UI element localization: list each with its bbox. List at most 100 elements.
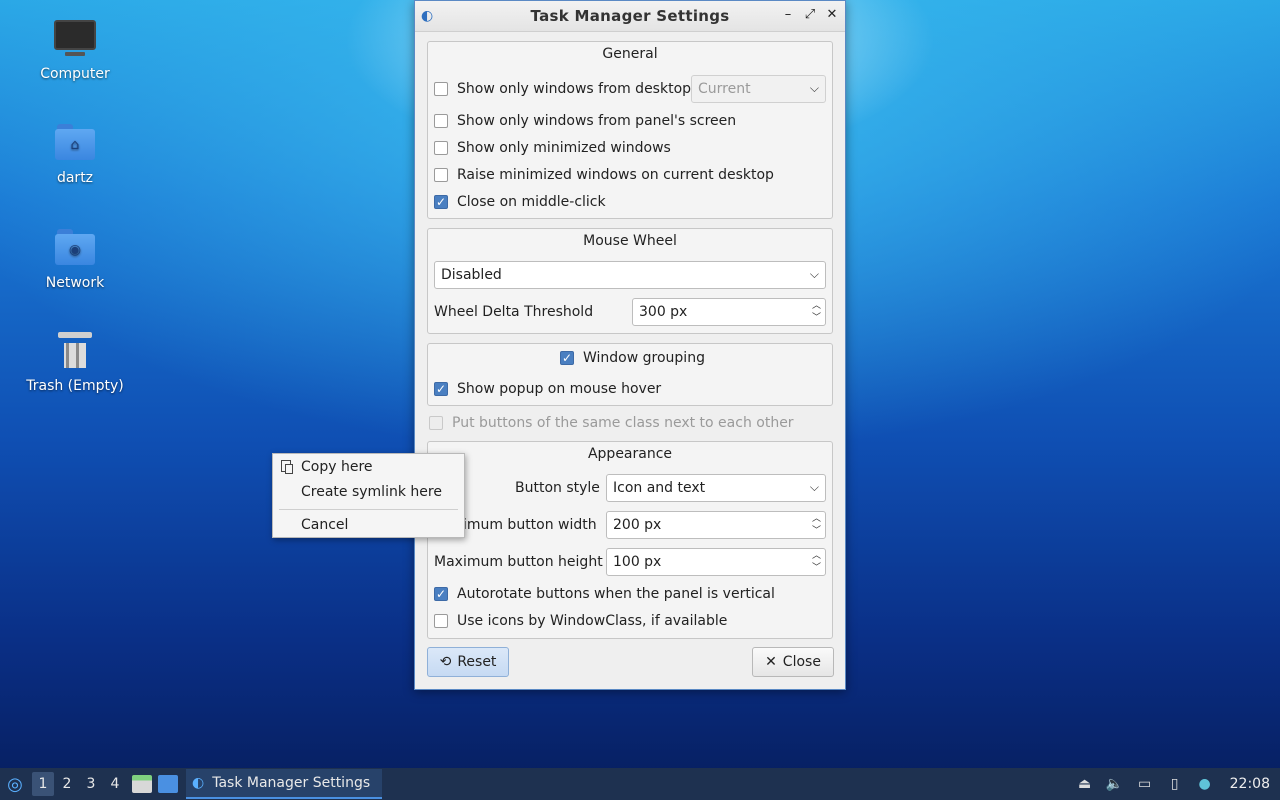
volume-icon[interactable]: 🔈 bbox=[1106, 775, 1124, 793]
desktop-switch-4[interactable]: 4 bbox=[104, 772, 126, 796]
close-window-button[interactable]: ✕ bbox=[825, 7, 839, 22]
desktop-switch-3[interactable]: 3 bbox=[80, 772, 102, 796]
desktop-icon-computer[interactable]: Computer bbox=[25, 18, 125, 82]
menu-item-cancel[interactable]: Cancel bbox=[273, 513, 464, 537]
close-button[interactable]: ✕ Close bbox=[752, 647, 834, 677]
autorotate-label: Autorotate buttons when the panel is ver… bbox=[457, 586, 775, 602]
taskbar-task-task-manager-settings[interactable]: ◐ Task Manager Settings bbox=[186, 769, 382, 799]
desktop-icon-home[interactable]: ⌂ dartz bbox=[25, 124, 125, 186]
raise-minimized-checkbox[interactable] bbox=[434, 168, 448, 182]
eject-icon[interactable]: ⏏ bbox=[1076, 775, 1094, 793]
chevron-down-icon: ⌵ bbox=[809, 81, 819, 95]
use-icons-wmclass-row[interactable]: Use icons by WindowClass, if available bbox=[434, 610, 727, 632]
reset-label: Reset bbox=[457, 654, 497, 670]
mouse-wheel-select[interactable]: Disabled ⌵ bbox=[434, 261, 826, 289]
clipboard-icon[interactable]: ▯ bbox=[1166, 775, 1184, 793]
trash-icon bbox=[54, 332, 96, 372]
window-grouping-row[interactable]: ✓ Window grouping bbox=[560, 347, 705, 369]
close-middle-click-checkbox[interactable]: ✓ bbox=[434, 195, 448, 209]
desktop-icon-trash[interactable]: Trash (Empty) bbox=[25, 332, 125, 394]
show-only-minimized-label: Show only minimized windows bbox=[457, 140, 671, 156]
menu-item-create-symlink[interactable]: Create symlink here bbox=[273, 480, 464, 504]
show-popup-label: Show popup on mouse hover bbox=[457, 381, 662, 397]
show-only-desktop-checkbox[interactable] bbox=[434, 82, 448, 96]
use-icons-wmclass-checkbox[interactable] bbox=[434, 614, 448, 628]
show-only-panel-screen-label: Show only windows from panel's screen bbox=[457, 113, 737, 129]
reset-button[interactable]: ⟲ Reset bbox=[427, 647, 509, 677]
spin-arrows-icon[interactable]: ︿ ﹀ bbox=[812, 513, 821, 537]
autorotate-checkbox[interactable]: ✓ bbox=[434, 587, 448, 601]
show-desktop-icon[interactable] bbox=[158, 775, 178, 793]
raise-minimized-label: Raise minimized windows on current deskt… bbox=[457, 167, 774, 183]
show-only-panel-screen-row[interactable]: Show only windows from panel's screen bbox=[434, 110, 736, 132]
max-width-spinbox[interactable]: 200 px ︿ ﹀ bbox=[606, 511, 826, 539]
app-icon: ◐ bbox=[421, 8, 434, 24]
mouse-wheel-title: Mouse Wheel bbox=[583, 233, 677, 249]
spin-arrows-icon[interactable]: ︿ ﹀ bbox=[812, 550, 821, 574]
appearance-title: Appearance bbox=[587, 446, 673, 462]
copy-icon bbox=[281, 460, 293, 474]
max-height-value: 100 px bbox=[613, 554, 662, 570]
menu-separator bbox=[279, 509, 458, 510]
show-only-minimized-row[interactable]: Show only minimized windows bbox=[434, 137, 671, 159]
home-folder-icon: ⌂ bbox=[54, 124, 96, 164]
minimize-button[interactable]: – bbox=[781, 7, 795, 22]
show-popup-row[interactable]: ✓ Show popup on mouse hover bbox=[434, 378, 661, 400]
wheel-threshold-value: 300 px bbox=[639, 304, 688, 320]
use-icons-wmclass-label: Use icons by WindowClass, if available bbox=[457, 613, 728, 629]
show-popup-checkbox[interactable]: ✓ bbox=[434, 382, 448, 396]
show-only-desktop-row[interactable]: Show only windows from desktop bbox=[434, 78, 691, 100]
general-title: General bbox=[602, 46, 658, 62]
network-folder-icon: ◉ bbox=[54, 229, 96, 269]
chevron-down-icon: ⌵ bbox=[809, 267, 819, 281]
file-manager-launcher-icon[interactable] bbox=[132, 775, 152, 793]
show-only-minimized-checkbox[interactable] bbox=[434, 141, 448, 155]
general-group: General Show only windows from desktop C… bbox=[427, 41, 833, 219]
same-class-label: Put buttons of the same class next to ea… bbox=[452, 415, 794, 431]
desktop-switch-1[interactable]: 1 bbox=[32, 772, 54, 796]
desktop-icon-network[interactable]: ◉ Network bbox=[25, 229, 125, 291]
autorotate-row[interactable]: ✓ Autorotate buttons when the panel is v… bbox=[434, 583, 775, 605]
wheel-threshold-label: Wheel Delta Threshold bbox=[434, 304, 594, 320]
task-manager-settings-window: ◐ Task Manager Settings – ⤢ ✕ General Sh… bbox=[414, 0, 846, 690]
chevron-down-icon: ⌵ bbox=[809, 480, 819, 494]
clock[interactable]: 22:08 bbox=[1230, 776, 1270, 792]
show-only-panel-screen-checkbox[interactable] bbox=[434, 114, 448, 128]
network-icon[interactable]: ▭ bbox=[1136, 775, 1154, 793]
desktop-select: Current ⌵ bbox=[691, 75, 826, 103]
drop-context-menu: Copy here Create symlink here Cancel bbox=[272, 453, 465, 538]
button-style-select[interactable]: Icon and text ⌵ bbox=[606, 474, 826, 502]
raise-minimized-row[interactable]: Raise minimized windows on current deskt… bbox=[434, 164, 774, 186]
maximize-button[interactable]: ⤢ bbox=[803, 7, 817, 22]
max-width-value: 200 px bbox=[613, 517, 662, 533]
close-middle-click-row[interactable]: ✓ Close on middle-click bbox=[434, 191, 606, 213]
app-icon: ◐ bbox=[192, 775, 205, 791]
window-grouping-label: Window grouping bbox=[583, 350, 705, 366]
window-grouping-checkbox[interactable]: ✓ bbox=[560, 351, 574, 365]
taskbar: ◎ 1 2 3 4 ◐ Task Manager Settings ⏏ 🔈 ▭ … bbox=[0, 768, 1280, 800]
max-height-spinbox[interactable]: 100 px ︿ ﹀ bbox=[606, 548, 826, 576]
spin-arrows-icon[interactable]: ︿ ﹀ bbox=[812, 300, 821, 324]
button-style-label: Button style bbox=[515, 480, 600, 496]
menu-item-copy-here[interactable]: Copy here bbox=[273, 455, 464, 479]
close-icon: ✕ bbox=[765, 654, 777, 670]
system-tray: ⏏ 🔈 ▭ ▯ ● 22:08 bbox=[1076, 768, 1280, 800]
menu-item-label: Cancel bbox=[301, 517, 349, 533]
desktop-switch-2[interactable]: 2 bbox=[56, 772, 78, 796]
same-class-row: Put buttons of the same class next to ea… bbox=[429, 412, 794, 434]
menu-item-label: Copy here bbox=[301, 459, 373, 475]
menu-item-label: Create symlink here bbox=[301, 484, 442, 500]
max-height-label: Maximum button height bbox=[434, 554, 603, 570]
computer-icon bbox=[54, 20, 96, 60]
desktop-icon-label: dartz bbox=[56, 170, 94, 186]
show-only-desktop-label: Show only windows from desktop bbox=[457, 81, 692, 97]
desktop-select-value: Current bbox=[698, 81, 751, 97]
window-titlebar[interactable]: ◐ Task Manager Settings – ⤢ ✕ bbox=[415, 1, 845, 32]
wheel-threshold-spinbox[interactable]: 300 px ︿ ﹀ bbox=[632, 298, 826, 326]
update-notifier-icon[interactable]: ● bbox=[1196, 775, 1214, 793]
start-menu-icon[interactable]: ◎ bbox=[0, 768, 30, 800]
appearance-group: Appearance Button style Icon and text ⌵ … bbox=[427, 441, 833, 639]
desktop-icon-label: Trash (Empty) bbox=[26, 378, 124, 394]
desktop-icon-label: Computer bbox=[40, 66, 110, 82]
taskbar-task-label: Task Manager Settings bbox=[212, 775, 371, 791]
